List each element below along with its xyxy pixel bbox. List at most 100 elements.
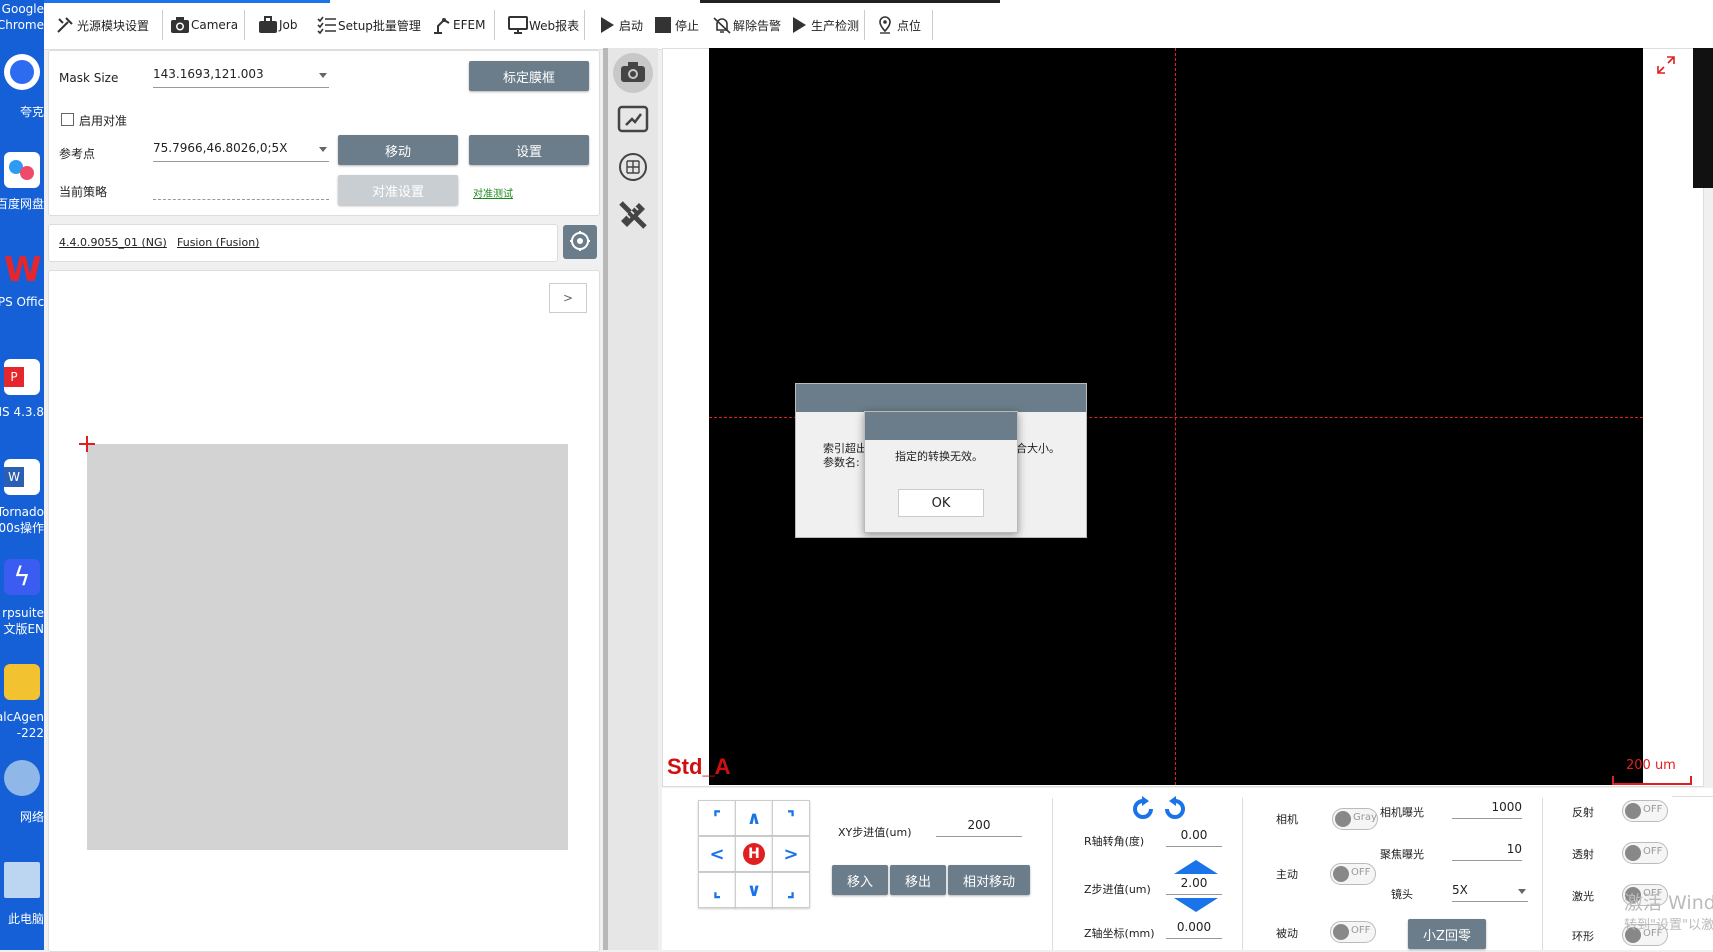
- chevron-down-icon: [319, 147, 327, 152]
- small-z-zero-button[interactable]: 小Z回零: [1408, 919, 1486, 949]
- reflect-toggle[interactable]: OFF: [1622, 800, 1668, 822]
- lens-select[interactable]: 5X: [1452, 883, 1528, 902]
- light-module-button[interactable]: 光源模块设置: [56, 10, 149, 40]
- start-button[interactable]: 启动: [598, 10, 643, 40]
- web-report-button[interactable]: Web报表: [508, 10, 579, 40]
- tab-indicator: [700, 0, 1000, 3]
- baidu-netdisk-icon: [4, 152, 40, 188]
- fit-view-button[interactable]: [615, 102, 651, 138]
- separator: [1672, 796, 1713, 797]
- lens-value: 5X: [1452, 883, 1468, 897]
- focus-exposure-input[interactable]: 10: [1452, 842, 1522, 861]
- exposure-input[interactable]: 1000: [1452, 800, 1522, 819]
- toolbar-separator: [244, 10, 245, 40]
- rotate-cw-icon[interactable]: [1162, 796, 1188, 822]
- clear-alarm-button[interactable]: 解除告警: [712, 10, 781, 40]
- ref-point-select[interactable]: 75.7966,46.8026,0;5X: [153, 141, 329, 162]
- desktop-label: 网络: [19, 810, 44, 824]
- z-coord-input[interactable]: 0.000: [1166, 920, 1222, 939]
- fullscreen-icon[interactable]: [1657, 56, 1675, 74]
- z-step-input[interactable]: 2.00: [1166, 876, 1222, 895]
- calibrate-frame-button[interactable]: 标定膜框: [469, 61, 589, 91]
- jog-down-button[interactable]: ∨: [735, 872, 773, 908]
- desktop-label: Google: [1, 2, 44, 16]
- briefcase-icon: [258, 16, 277, 34]
- desktop-label: 百度网盘: [0, 197, 44, 211]
- light-module-label: 光源模块设置: [77, 18, 150, 33]
- strategy-field[interactable]: [153, 179, 329, 200]
- jog-right-button[interactable]: >: [772, 836, 810, 872]
- ref-point-label: 参考点: [59, 147, 96, 161]
- desktop-label: WPS Office: [0, 295, 44, 309]
- snapshot-button[interactable]: [613, 53, 653, 93]
- transmit-toggle[interactable]: OFF: [1622, 842, 1668, 864]
- xy-step-input[interactable]: 200: [936, 818, 1022, 837]
- point-label: 点位: [897, 18, 922, 33]
- jog-up-right-button[interactable]: ⌝: [772, 800, 810, 836]
- efem-button[interactable]: EFEM: [432, 10, 485, 40]
- jog-home-button[interactable]: H: [735, 836, 773, 872]
- checklist-icon: [317, 16, 336, 35]
- fit-screen-icon: [617, 103, 649, 138]
- desktop-label: -222: [16, 726, 44, 740]
- set-button[interactable]: 设置: [469, 135, 589, 165]
- monitor-icon: [508, 16, 528, 34]
- job-button[interactable]: Job: [258, 10, 298, 40]
- mask-size-select[interactable]: 143.1693,121.003: [153, 67, 329, 88]
- toolbar-separator: [494, 10, 495, 40]
- enable-align-label: 启用对准: [79, 114, 128, 128]
- grid-view-button[interactable]: [615, 150, 651, 186]
- wafer-preview[interactable]: [87, 444, 568, 850]
- camera-label: Camera: [191, 18, 239, 32]
- alignment-panel: Mask Size 143.1693,121.003 标定膜框 启用对准 参考点…: [48, 50, 600, 216]
- active-tab-indicator: [44, 0, 330, 3]
- mask-size-label: Mask Size: [59, 71, 119, 85]
- reflect-value: OFF: [1643, 804, 1663, 815]
- z-up-arrow-icon[interactable]: [1174, 860, 1218, 874]
- align-test-link[interactable]: 对准测试: [473, 185, 513, 200]
- enable-align-checkbox[interactable]: [61, 113, 74, 126]
- jog-up-left-button[interactable]: ⌜: [698, 800, 736, 836]
- r-angle-input[interactable]: 0.00: [1166, 828, 1222, 847]
- grid-target-icon: [617, 151, 649, 186]
- desktop-label: alcAgen: [0, 710, 44, 724]
- toolbar-separator: [162, 10, 163, 40]
- side-scroll-block: [1693, 48, 1713, 188]
- production-check-button[interactable]: 生产检测: [790, 10, 859, 40]
- measure-button[interactable]: [615, 198, 651, 234]
- move-out-button[interactable]: 移出: [890, 865, 946, 895]
- active-toggle[interactable]: OFF: [1330, 863, 1376, 885]
- location-pin-icon: [876, 16, 894, 34]
- version-link[interactable]: 4.4.0.9055_01 (NG): [59, 236, 167, 249]
- toolbar-separator: [932, 10, 933, 40]
- jog-down-left-button[interactable]: ⌞: [698, 872, 736, 908]
- fusion-link[interactable]: Fusion (Fusion): [177, 236, 259, 249]
- dialog-titlebar: [796, 384, 1086, 412]
- ok-button[interactable]: OK: [898, 489, 984, 517]
- refresh-settings-button[interactable]: [563, 225, 597, 259]
- point-button[interactable]: 点位: [876, 10, 921, 40]
- jog-left-button[interactable]: <: [698, 836, 736, 872]
- camera-button[interactable]: Camera: [170, 10, 238, 40]
- align-settings-button[interactable]: 对准设置: [338, 175, 458, 205]
- camera-mode-toggle[interactable]: Gray: [1332, 808, 1378, 830]
- ppt-icon: P: [4, 359, 40, 395]
- strategy-label: 当前策略: [59, 185, 108, 199]
- move-in-button[interactable]: 移入: [832, 865, 888, 895]
- toolbar-separator: [584, 10, 585, 40]
- jog-up-button[interactable]: ∧: [735, 800, 773, 836]
- toolbar-separator: [864, 10, 865, 40]
- exposure-label: 相机曝光: [1380, 806, 1424, 819]
- stop-button[interactable]: 停止: [654, 10, 699, 40]
- move-button[interactable]: 移动: [338, 135, 458, 165]
- wps-icon: W: [4, 250, 42, 290]
- relative-move-button[interactable]: 相对移动: [948, 865, 1030, 895]
- passive-toggle[interactable]: OFF: [1330, 921, 1376, 943]
- jog-down-right-button[interactable]: ⌟: [772, 872, 810, 908]
- folder-icon: [4, 664, 40, 700]
- robot-arm-icon: [432, 16, 450, 34]
- rotate-ccw-icon[interactable]: [1130, 796, 1156, 822]
- setup-batch-button[interactable]: Setup批量管理: [317, 10, 421, 40]
- expand-panel-button[interactable]: >: [549, 283, 587, 313]
- z-down-arrow-icon[interactable]: [1174, 898, 1218, 912]
